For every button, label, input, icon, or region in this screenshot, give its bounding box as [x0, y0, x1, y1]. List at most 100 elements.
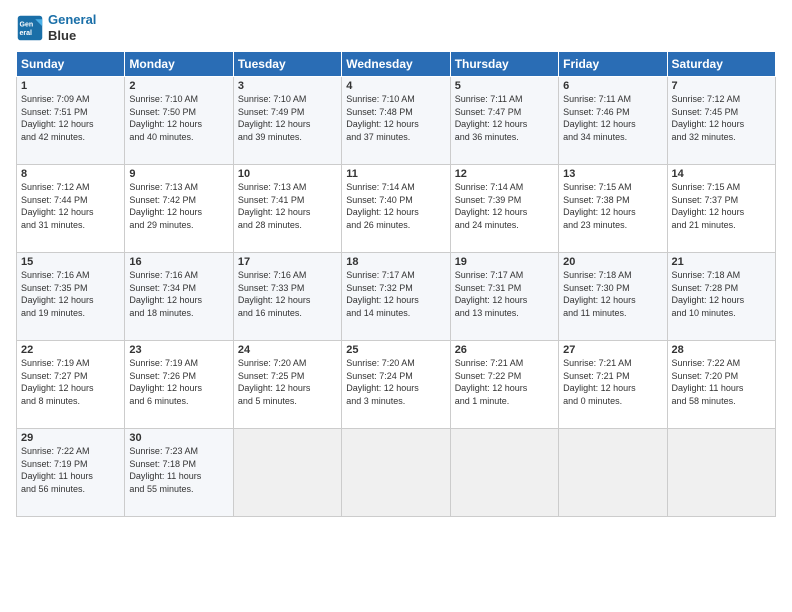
cell-info: Sunrise: 7:19 AMSunset: 7:27 PMDaylight:…	[21, 357, 120, 407]
col-tuesday: Tuesday	[233, 52, 341, 77]
calendar-week-row: 29Sunrise: 7:22 AMSunset: 7:19 PMDayligh…	[17, 429, 776, 517]
calendar-cell: 29Sunrise: 7:22 AMSunset: 7:19 PMDayligh…	[17, 429, 125, 517]
logo-text: General Blue	[48, 12, 96, 43]
col-monday: Monday	[125, 52, 233, 77]
calendar-cell: 11Sunrise: 7:14 AMSunset: 7:40 PMDayligh…	[342, 165, 450, 253]
calendar-cell: 19Sunrise: 7:17 AMSunset: 7:31 PMDayligh…	[450, 253, 558, 341]
day-number: 30	[129, 432, 228, 444]
day-number: 12	[455, 168, 554, 180]
col-friday: Friday	[559, 52, 667, 77]
cell-info: Sunrise: 7:10 AMSunset: 7:50 PMDaylight:…	[129, 93, 228, 143]
cell-info: Sunrise: 7:19 AMSunset: 7:26 PMDaylight:…	[129, 357, 228, 407]
general-blue-logo-icon: Gen eral	[16, 14, 44, 42]
day-number: 1	[21, 80, 120, 92]
calendar-cell: 16Sunrise: 7:16 AMSunset: 7:34 PMDayligh…	[125, 253, 233, 341]
day-number: 19	[455, 256, 554, 268]
day-number: 15	[21, 256, 120, 268]
calendar-cell: 23Sunrise: 7:19 AMSunset: 7:26 PMDayligh…	[125, 341, 233, 429]
col-wednesday: Wednesday	[342, 52, 450, 77]
cell-info: Sunrise: 7:15 AMSunset: 7:38 PMDaylight:…	[563, 181, 662, 231]
cell-info: Sunrise: 7:09 AMSunset: 7:51 PMDaylight:…	[21, 93, 120, 143]
day-number: 21	[672, 256, 771, 268]
cell-info: Sunrise: 7:22 AMSunset: 7:20 PMDaylight:…	[672, 357, 771, 407]
calendar-cell: 3Sunrise: 7:10 AMSunset: 7:49 PMDaylight…	[233, 77, 341, 165]
col-thursday: Thursday	[450, 52, 558, 77]
day-number: 29	[21, 432, 120, 444]
day-number: 25	[346, 344, 445, 356]
calendar-cell: 1Sunrise: 7:09 AMSunset: 7:51 PMDaylight…	[17, 77, 125, 165]
col-sunday: Sunday	[17, 52, 125, 77]
cell-info: Sunrise: 7:22 AMSunset: 7:19 PMDaylight:…	[21, 445, 120, 495]
cell-info: Sunrise: 7:17 AMSunset: 7:31 PMDaylight:…	[455, 269, 554, 319]
calendar-cell	[667, 429, 775, 517]
calendar-week-row: 15Sunrise: 7:16 AMSunset: 7:35 PMDayligh…	[17, 253, 776, 341]
calendar-cell: 10Sunrise: 7:13 AMSunset: 7:41 PMDayligh…	[233, 165, 341, 253]
calendar-cell: 21Sunrise: 7:18 AMSunset: 7:28 PMDayligh…	[667, 253, 775, 341]
cell-info: Sunrise: 7:16 AMSunset: 7:33 PMDaylight:…	[238, 269, 337, 319]
calendar-cell: 27Sunrise: 7:21 AMSunset: 7:21 PMDayligh…	[559, 341, 667, 429]
cell-info: Sunrise: 7:13 AMSunset: 7:42 PMDaylight:…	[129, 181, 228, 231]
col-saturday: Saturday	[667, 52, 775, 77]
day-number: 13	[563, 168, 662, 180]
calendar-cell: 5Sunrise: 7:11 AMSunset: 7:47 PMDaylight…	[450, 77, 558, 165]
calendar-cell: 18Sunrise: 7:17 AMSunset: 7:32 PMDayligh…	[342, 253, 450, 341]
cell-info: Sunrise: 7:14 AMSunset: 7:39 PMDaylight:…	[455, 181, 554, 231]
calendar-cell	[342, 429, 450, 517]
svg-text:Gen: Gen	[20, 21, 34, 28]
calendar-cell: 20Sunrise: 7:18 AMSunset: 7:30 PMDayligh…	[559, 253, 667, 341]
calendar-cell: 12Sunrise: 7:14 AMSunset: 7:39 PMDayligh…	[450, 165, 558, 253]
cell-info: Sunrise: 7:10 AMSunset: 7:49 PMDaylight:…	[238, 93, 337, 143]
calendar-cell: 8Sunrise: 7:12 AMSunset: 7:44 PMDaylight…	[17, 165, 125, 253]
cell-info: Sunrise: 7:21 AMSunset: 7:22 PMDaylight:…	[455, 357, 554, 407]
day-number: 3	[238, 80, 337, 92]
calendar-cell	[559, 429, 667, 517]
cell-info: Sunrise: 7:23 AMSunset: 7:18 PMDaylight:…	[129, 445, 228, 495]
calendar-cell: 25Sunrise: 7:20 AMSunset: 7:24 PMDayligh…	[342, 341, 450, 429]
calendar-cell: 26Sunrise: 7:21 AMSunset: 7:22 PMDayligh…	[450, 341, 558, 429]
day-number: 5	[455, 80, 554, 92]
logo: Gen eral General Blue	[16, 12, 96, 43]
cell-info: Sunrise: 7:14 AMSunset: 7:40 PMDaylight:…	[346, 181, 445, 231]
day-number: 10	[238, 168, 337, 180]
calendar-page: Gen eral General Blue Sunday Monday Tues…	[0, 0, 792, 612]
day-number: 26	[455, 344, 554, 356]
calendar-table: Sunday Monday Tuesday Wednesday Thursday…	[16, 51, 776, 517]
calendar-cell: 13Sunrise: 7:15 AMSunset: 7:38 PMDayligh…	[559, 165, 667, 253]
day-number: 16	[129, 256, 228, 268]
calendar-cell: 28Sunrise: 7:22 AMSunset: 7:20 PMDayligh…	[667, 341, 775, 429]
cell-info: Sunrise: 7:16 AMSunset: 7:35 PMDaylight:…	[21, 269, 120, 319]
calendar-cell: 14Sunrise: 7:15 AMSunset: 7:37 PMDayligh…	[667, 165, 775, 253]
day-number: 22	[21, 344, 120, 356]
day-number: 4	[346, 80, 445, 92]
calendar-cell: 2Sunrise: 7:10 AMSunset: 7:50 PMDaylight…	[125, 77, 233, 165]
cell-info: Sunrise: 7:20 AMSunset: 7:24 PMDaylight:…	[346, 357, 445, 407]
day-number: 8	[21, 168, 120, 180]
calendar-cell	[450, 429, 558, 517]
calendar-week-row: 1Sunrise: 7:09 AMSunset: 7:51 PMDaylight…	[17, 77, 776, 165]
calendar-cell: 24Sunrise: 7:20 AMSunset: 7:25 PMDayligh…	[233, 341, 341, 429]
calendar-cell: 22Sunrise: 7:19 AMSunset: 7:27 PMDayligh…	[17, 341, 125, 429]
day-number: 14	[672, 168, 771, 180]
day-number: 7	[672, 80, 771, 92]
cell-info: Sunrise: 7:15 AMSunset: 7:37 PMDaylight:…	[672, 181, 771, 231]
calendar-cell: 30Sunrise: 7:23 AMSunset: 7:18 PMDayligh…	[125, 429, 233, 517]
calendar-week-row: 8Sunrise: 7:12 AMSunset: 7:44 PMDaylight…	[17, 165, 776, 253]
cell-info: Sunrise: 7:21 AMSunset: 7:21 PMDaylight:…	[563, 357, 662, 407]
calendar-header-row: Sunday Monday Tuesday Wednesday Thursday…	[17, 52, 776, 77]
day-number: 11	[346, 168, 445, 180]
cell-info: Sunrise: 7:10 AMSunset: 7:48 PMDaylight:…	[346, 93, 445, 143]
day-number: 17	[238, 256, 337, 268]
header: Gen eral General Blue	[16, 12, 776, 43]
day-number: 2	[129, 80, 228, 92]
day-number: 28	[672, 344, 771, 356]
calendar-cell: 4Sunrise: 7:10 AMSunset: 7:48 PMDaylight…	[342, 77, 450, 165]
svg-text:eral: eral	[20, 30, 33, 37]
day-number: 6	[563, 80, 662, 92]
cell-info: Sunrise: 7:16 AMSunset: 7:34 PMDaylight:…	[129, 269, 228, 319]
cell-info: Sunrise: 7:11 AMSunset: 7:47 PMDaylight:…	[455, 93, 554, 143]
day-number: 9	[129, 168, 228, 180]
cell-info: Sunrise: 7:12 AMSunset: 7:44 PMDaylight:…	[21, 181, 120, 231]
day-number: 20	[563, 256, 662, 268]
cell-info: Sunrise: 7:20 AMSunset: 7:25 PMDaylight:…	[238, 357, 337, 407]
calendar-cell: 17Sunrise: 7:16 AMSunset: 7:33 PMDayligh…	[233, 253, 341, 341]
